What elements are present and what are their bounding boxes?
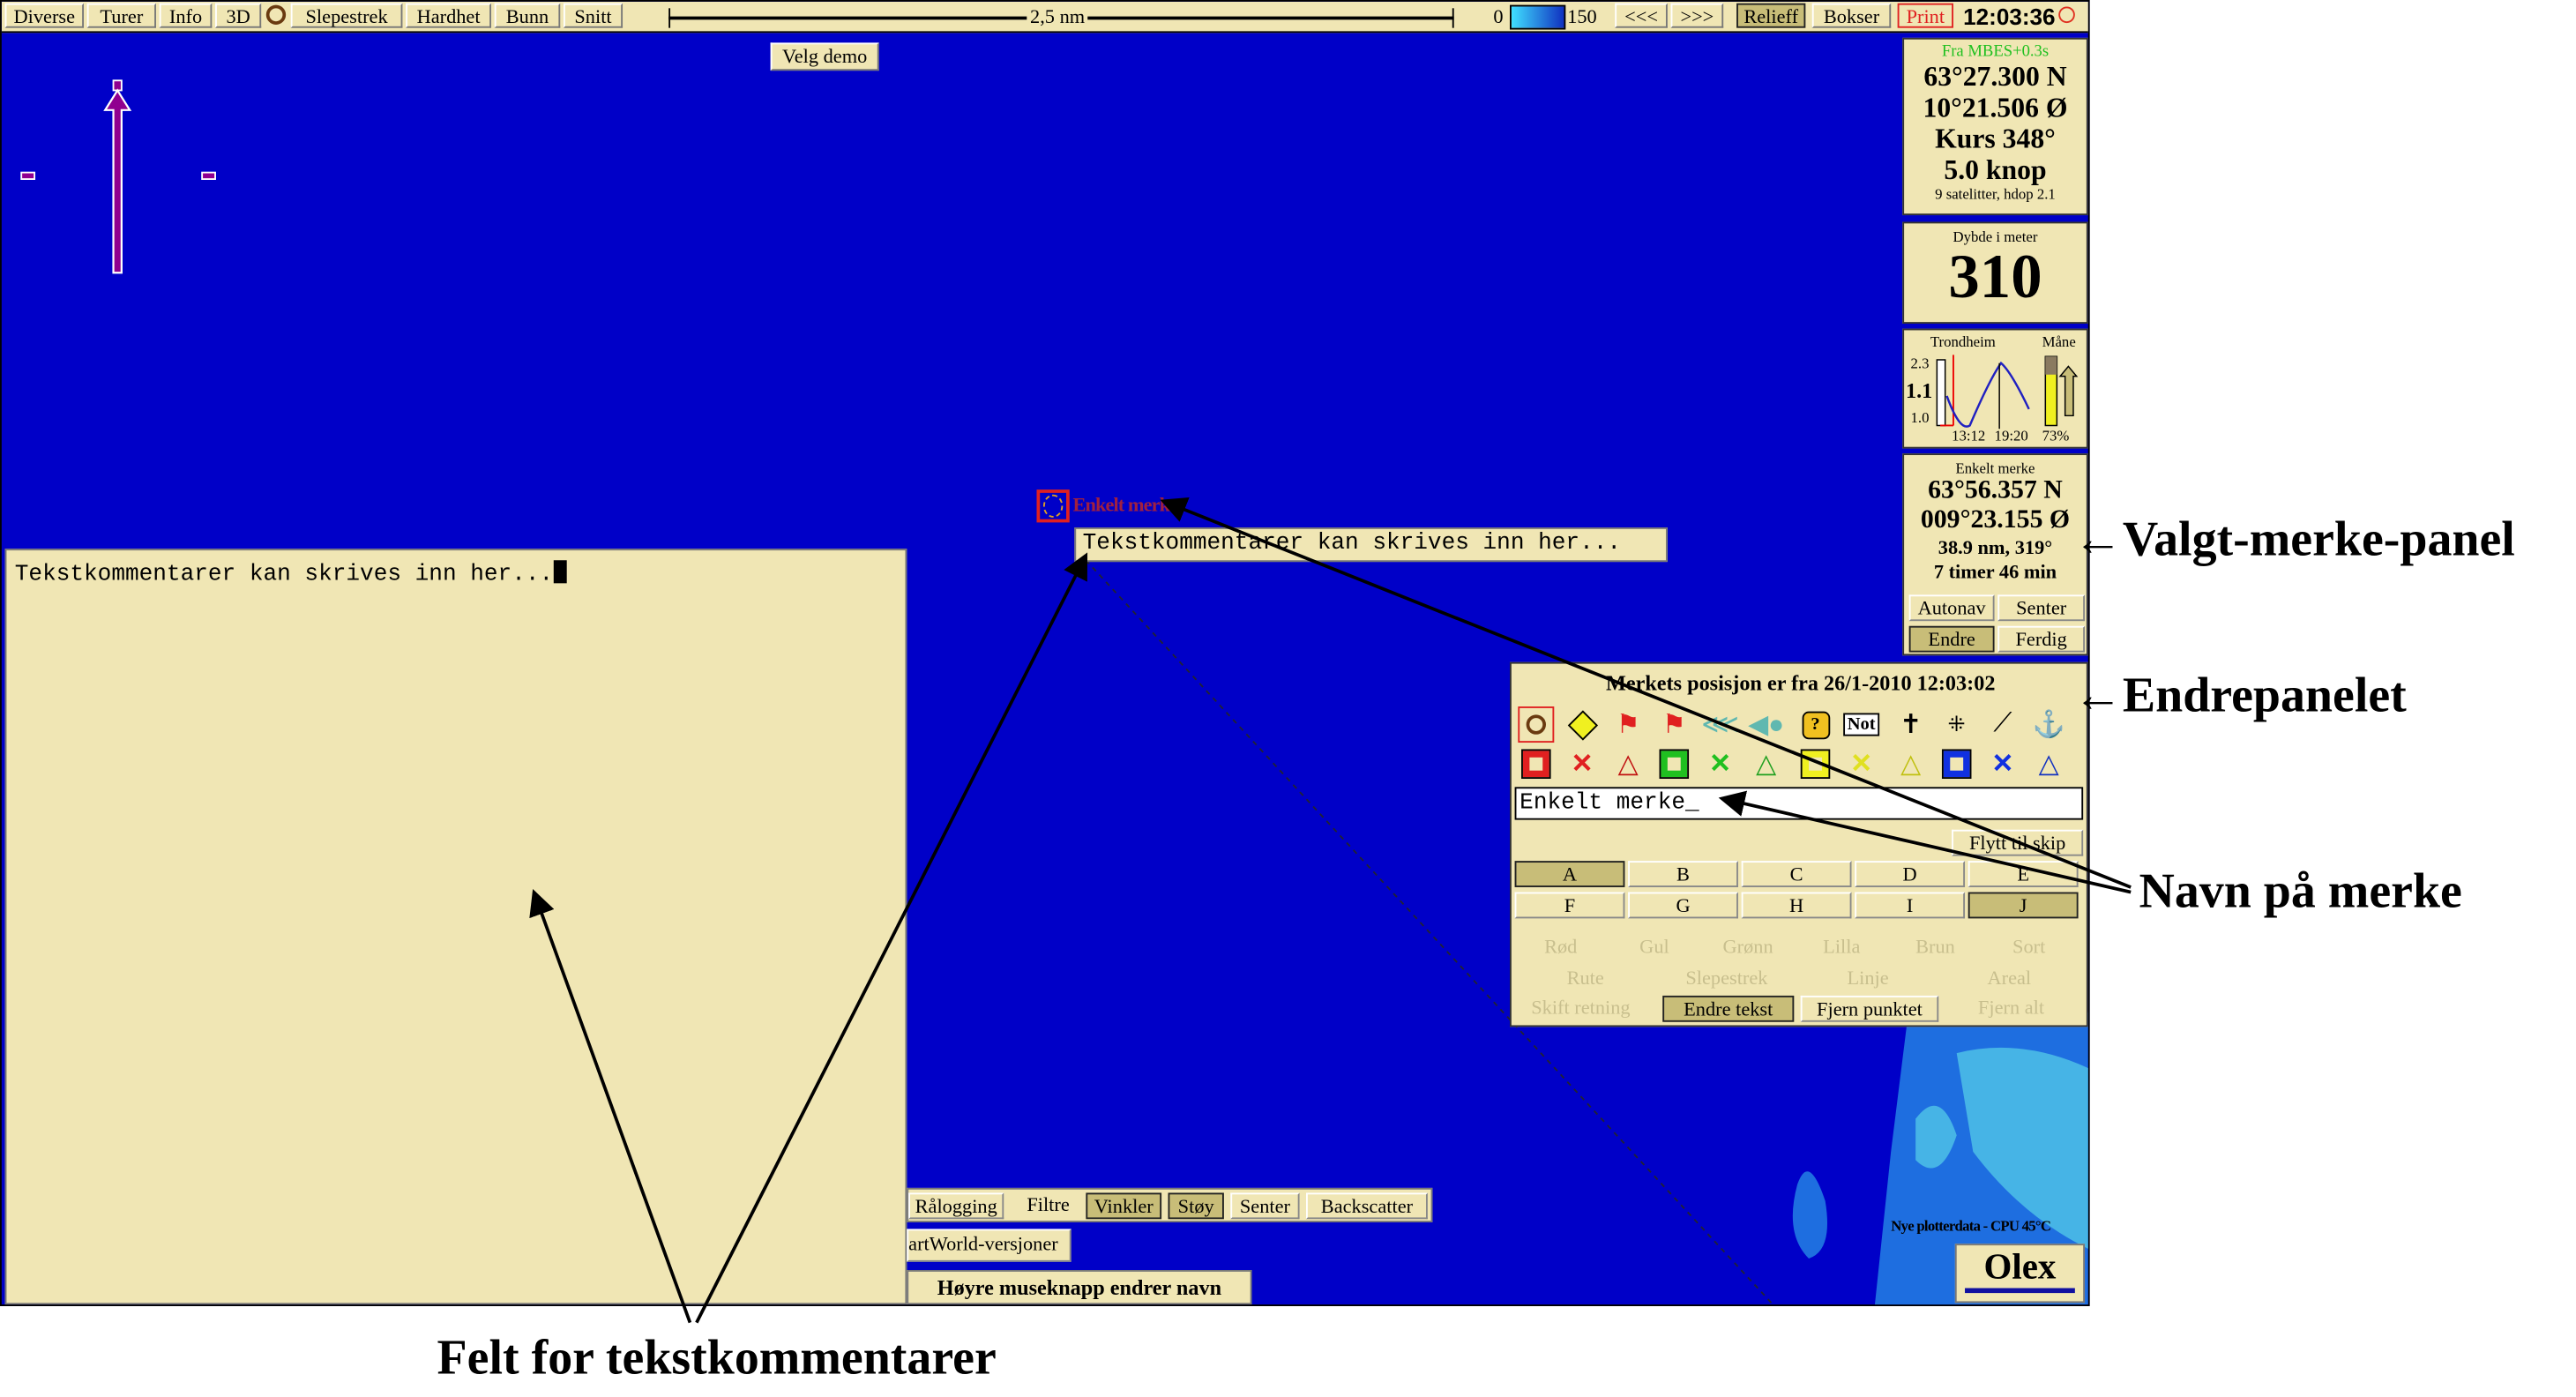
annotation-name: Navn på merke — [2139, 863, 2462, 919]
annotation-mark-panel: ←Valgt-merke-panel — [2072, 512, 2515, 567]
annotation-comments: Felt for tekstkommentarer — [437, 1330, 997, 1386]
annotation-edit-panel: ←Endrepanelet — [2072, 669, 2407, 723]
